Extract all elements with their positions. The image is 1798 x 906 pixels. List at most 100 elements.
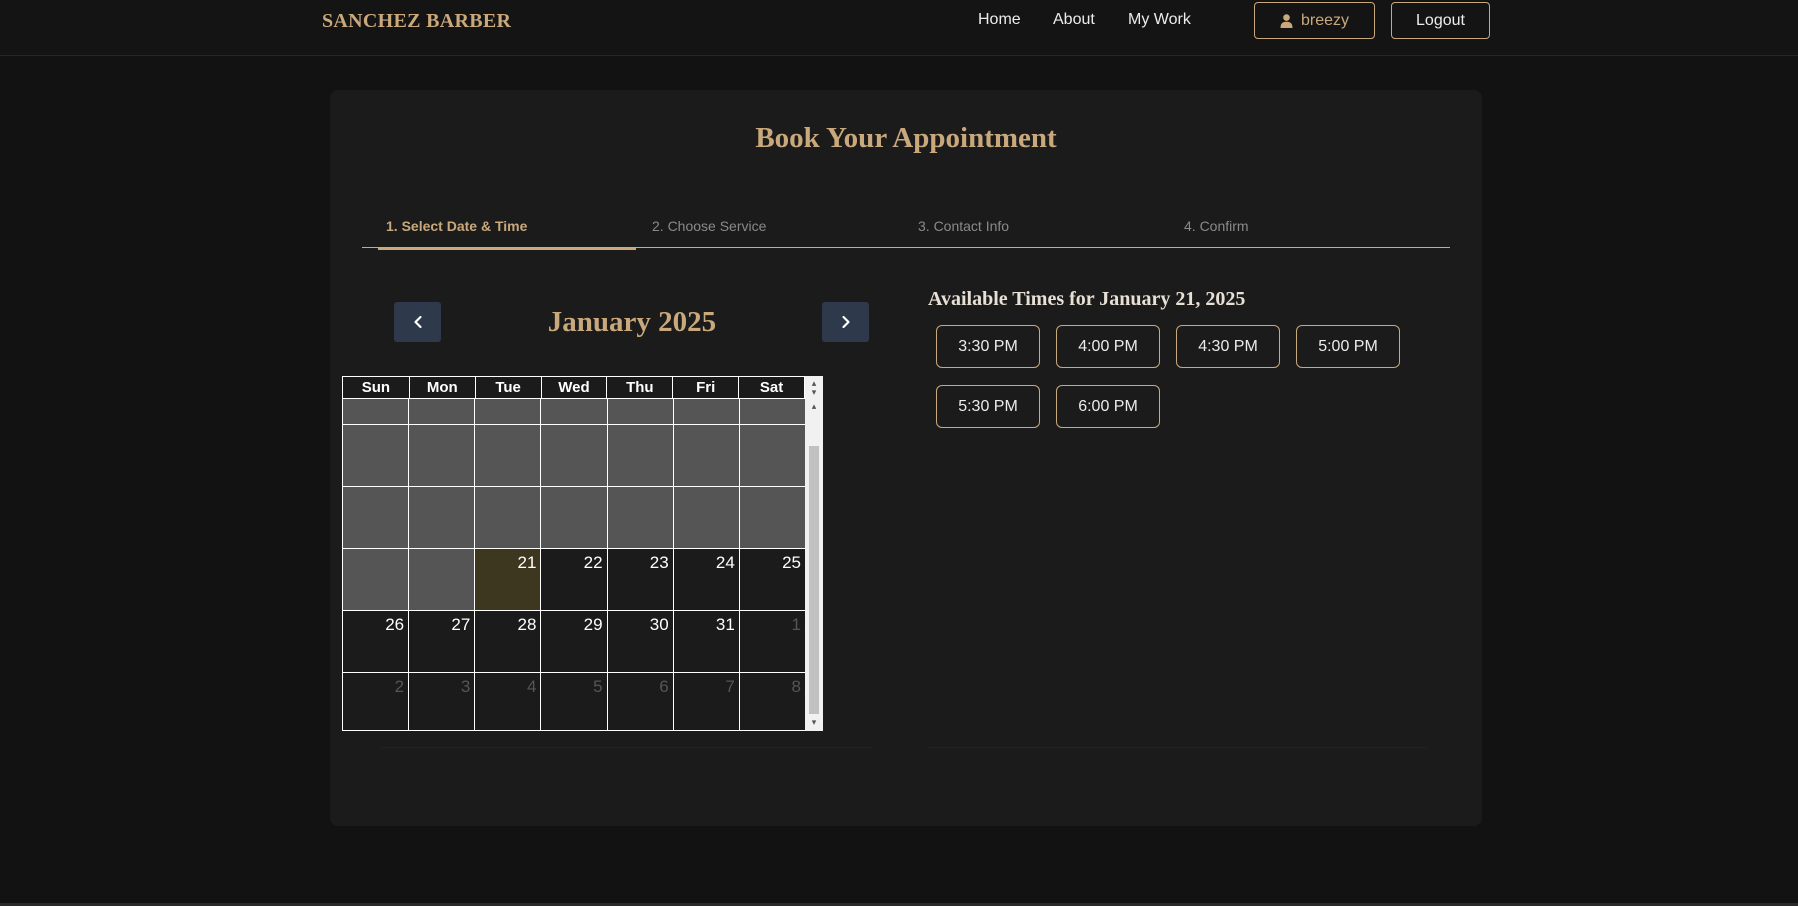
- time-slot-button[interactable]: 5:00 PM: [1296, 325, 1400, 368]
- brand-logo[interactable]: SANCHEZ BARBER: [322, 10, 511, 33]
- calendar-days: 21 22 23 24 25 26 27 28 29 30 31 1 2 3 4…: [343, 399, 805, 730]
- weekday-label: Fri: [672, 377, 738, 398]
- calendar-day-unavailable: [409, 549, 475, 610]
- calendar-day-unavailable: [607, 399, 673, 424]
- calendar-day-next-month: 4: [475, 673, 541, 730]
- calendar-day-next-month: 3: [409, 673, 475, 730]
- calendar-day-unavailable: [409, 425, 475, 486]
- day-number: 3: [460, 677, 471, 696]
- month-title: January 2025: [547, 306, 717, 338]
- day-number: 30: [649, 615, 669, 634]
- weekday-label: Wed: [540, 377, 607, 398]
- step-select-date-time[interactable]: 1. Select Date & Time: [378, 216, 636, 250]
- calendar-day-unavailable: [541, 399, 607, 424]
- weekday-label: Sat: [738, 377, 804, 398]
- calendar-day[interactable]: 26: [343, 611, 409, 672]
- calendar-day-unavailable: [607, 425, 673, 486]
- day-number: 29: [583, 615, 603, 634]
- time-slot-button[interactable]: 4:30 PM: [1176, 325, 1280, 368]
- weekday-label: Tue: [474, 377, 541, 398]
- available-times-title: Available Times for January 21, 2025: [928, 288, 1246, 310]
- day-number: 22: [583, 553, 603, 572]
- calendar-day-unavailable: [739, 399, 805, 424]
- available-times-panel: Available Times for January 21, 2025 3:3…: [928, 288, 1426, 748]
- time-slot-button[interactable]: 6:00 PM: [1056, 385, 1160, 428]
- user-name-label: breezy: [1300, 11, 1350, 29]
- step-confirm[interactable]: 4. Confirm: [1176, 216, 1434, 248]
- booking-steps: 1. Select Date & Time 2. Choose Service …: [362, 216, 1450, 250]
- step-choose-service[interactable]: 2. Choose Service: [644, 216, 902, 248]
- weekday-label: Sun: [361, 379, 391, 396]
- user-icon: [1280, 13, 1293, 28]
- calendar-day-unavailable: [673, 425, 739, 486]
- scrollbar-thumb[interactable]: [809, 446, 819, 714]
- user-account-button[interactable]: breezy: [1254, 2, 1375, 39]
- calendar-day-next-month: 2: [343, 673, 409, 730]
- nav-home-link[interactable]: Home: [978, 11, 1021, 29]
- day-number: 26: [385, 615, 405, 634]
- booking-card: Book Your Appointment 1. Select Date & T…: [330, 90, 1482, 826]
- day-number: 8: [791, 677, 801, 696]
- day-number: 2: [394, 677, 405, 696]
- day-number: 5: [593, 677, 603, 696]
- day-number: 31: [715, 615, 735, 634]
- day-number: 28: [517, 615, 537, 634]
- calendar-grid: Sun Mon Tue Wed Thu Fri Sat 21 22 23 24 …: [342, 376, 823, 731]
- calendar-days-scroll[interactable]: 21 22 23 24 25 26 27 28 29 30 31 1 2 3 4…: [343, 399, 805, 730]
- calendar-day-unavailable: [607, 487, 673, 548]
- calendar-day[interactable]: 27: [409, 611, 475, 672]
- nav-about-link[interactable]: About: [1053, 11, 1095, 29]
- scroll-down-arrow-icon[interactable]: ▾: [805, 718, 823, 727]
- top-navbar: SANCHEZ BARBER Home About My Work breezy…: [0, 0, 1798, 56]
- page-title: Book Your Appointment: [755, 122, 1057, 154]
- calendar-day[interactable]: 30: [607, 611, 673, 672]
- calendar-day[interactable]: 23: [607, 549, 673, 610]
- calendar-day-unavailable: [739, 425, 805, 486]
- logout-button[interactable]: Logout: [1391, 2, 1490, 39]
- nav-my-work-link[interactable]: My Work: [1128, 11, 1191, 29]
- time-slot-button[interactable]: 4:00 PM: [1056, 325, 1160, 368]
- calendar-day[interactable]: 31: [673, 611, 739, 672]
- calendar-day-next-month: 7: [673, 673, 739, 730]
- calendar-day-unavailable: [475, 399, 541, 424]
- calendar-day-next-month: 6: [607, 673, 673, 730]
- step-contact-info[interactable]: 3. Contact Info: [910, 216, 1168, 248]
- calendar-day-next-month: 1: [739, 611, 805, 672]
- day-number: 25: [782, 553, 801, 572]
- weekday-header: Sun Mon Tue Wed Thu Fri Sat: [342, 376, 805, 399]
- calendar-day-unavailable: [343, 425, 409, 486]
- weekday-label: Mon: [408, 377, 475, 398]
- calendar-day-unavailable: [739, 487, 805, 548]
- calendar-day-next-month: 8: [739, 673, 805, 730]
- day-number: 1: [791, 615, 801, 634]
- calendar-day[interactable]: 22: [541, 549, 607, 610]
- calendar-day[interactable]: 24: [673, 549, 739, 610]
- time-slot-button[interactable]: 5:30 PM: [936, 385, 1040, 428]
- calendar-day-unavailable: [409, 487, 475, 548]
- day-number: 23: [649, 553, 669, 572]
- calendar-day-unavailable: [541, 425, 607, 486]
- day-number: 4: [526, 677, 537, 696]
- scroll-up-arrow-icon[interactable]: ▴: [805, 402, 823, 411]
- day-number: 24: [715, 553, 735, 572]
- calendar-day-unavailable: [409, 399, 475, 424]
- day-number: 21: [517, 553, 537, 572]
- calendar-day[interactable]: 28: [475, 611, 541, 672]
- calendar-day-unavailable: [343, 549, 409, 610]
- day-number: 7: [725, 677, 735, 696]
- calendar-scrollbar[interactable]: ▴ ▾ ▴ ▾: [805, 376, 823, 731]
- next-month-button[interactable]: [822, 302, 869, 342]
- calendar-day-next-month: 5: [541, 673, 607, 730]
- day-number: 6: [659, 677, 669, 696]
- calendar-day-unavailable: [673, 399, 739, 424]
- calendar-day-unavailable: [541, 487, 607, 548]
- scroll-down-arrow-icon[interactable]: ▾: [805, 388, 823, 397]
- calendar-day-unavailable: [343, 399, 409, 424]
- weekday-label: Thu: [606, 377, 672, 398]
- calendar-day-unavailable: [343, 487, 409, 548]
- calendar-day[interactable]: 29: [541, 611, 607, 672]
- calendar-day[interactable]: 25: [739, 549, 805, 610]
- time-slot-button[interactable]: 3:30 PM: [936, 325, 1040, 368]
- calendar-day-selected[interactable]: 21: [475, 549, 541, 610]
- calendar-day-unavailable: [475, 425, 541, 486]
